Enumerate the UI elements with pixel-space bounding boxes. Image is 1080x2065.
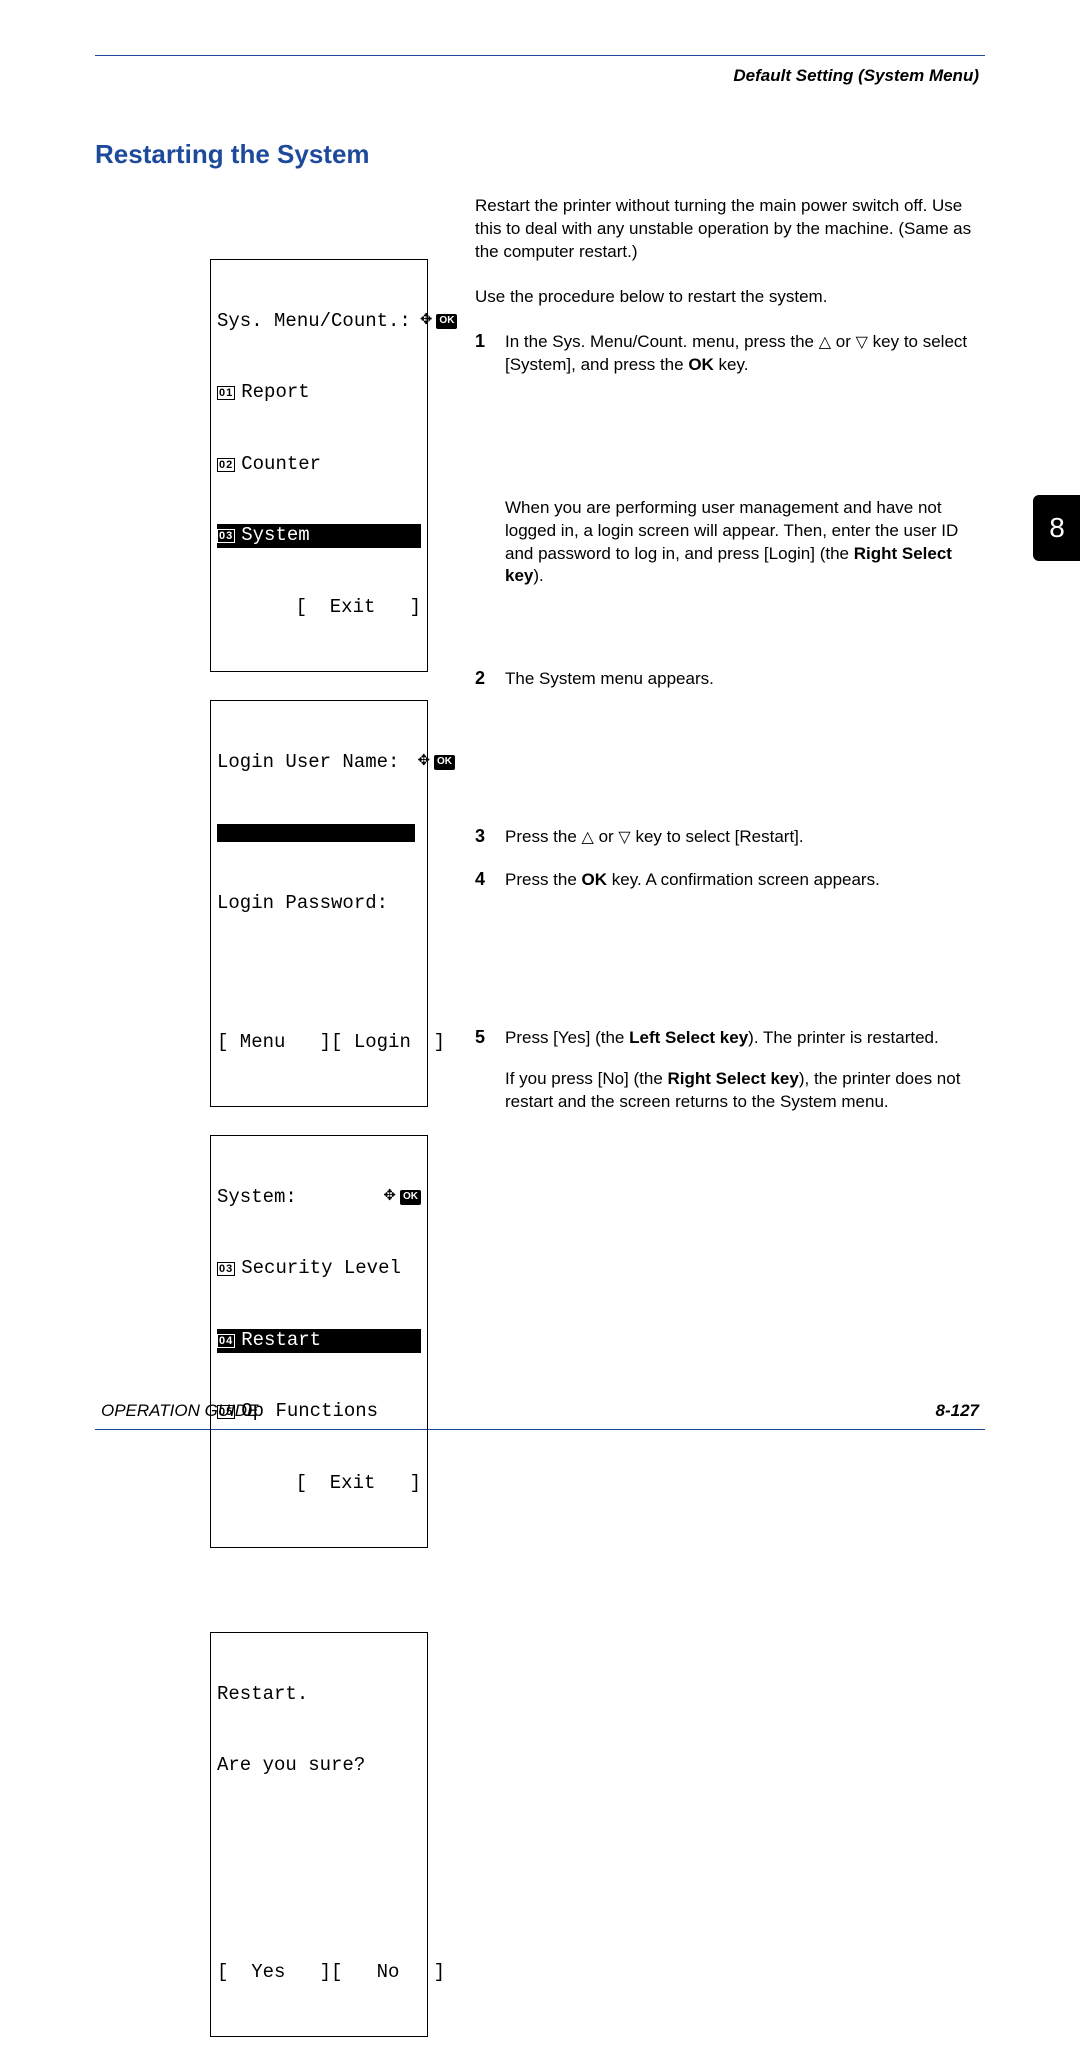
nav-arrows-icon: ✥ [383, 1188, 396, 1207]
text-column: Restart the printer without turning the … [475, 195, 985, 2065]
exit-softkey: [ Exit ] [296, 596, 421, 620]
item-number: 03 [217, 1262, 235, 1276]
menu-item: Security Level [241, 1257, 401, 1281]
ok-key: OK [582, 870, 608, 889]
step-text: In the Sys. Menu/Count. menu, press the … [505, 331, 985, 377]
login-password-label: Login Password: [217, 892, 388, 916]
step-text: Press the △ or ▽ key to select [Restart]… [505, 826, 985, 849]
page: Default Setting (System Menu) Restarting… [95, 55, 985, 1430]
menu-item-selected: System [241, 524, 309, 548]
lcd-sys-menu: Sys. Menu/Count.: ✥ OK 01 Report 02 Coun… [210, 259, 428, 672]
step-2: 2 The System menu appears. [475, 668, 985, 691]
left-select-key: Left Select key [629, 1028, 748, 1047]
item-number: 04 [217, 1334, 235, 1348]
page-header: Default Setting (System Menu) [95, 66, 985, 94]
lcd-system: System: ✥ OK 03 Security Level 04 Restar… [210, 1135, 428, 1548]
step-1-note: When you are performing user management … [475, 497, 985, 589]
step-number: 2 [475, 668, 489, 691]
step-number: 5 [475, 1027, 489, 1114]
step-number: 1 [475, 331, 489, 377]
exit-softkey: [ Exit ] [296, 1472, 421, 1496]
ok-key: OK [688, 355, 714, 374]
step-1: 1 In the Sys. Menu/Count. menu, press th… [475, 331, 985, 377]
lcd-restart-confirm: Restart. Are you sure? [ Yes ] [ No ] [210, 1632, 428, 2037]
nav-arrows-icon: ✥ [411, 312, 433, 331]
menu-item-selected: Restart [241, 1329, 321, 1353]
footer-left: OPERATION GUIDE [101, 1401, 258, 1421]
content-columns: Sys. Menu/Count.: ✥ OK 01 Report 02 Coun… [95, 195, 985, 2065]
confirm-line2: Are you sure? [217, 1754, 365, 1778]
lcd-title: Sys. Menu/Count.: [217, 310, 411, 334]
lcd-column: Sys. Menu/Count.: ✥ OK 01 Report 02 Coun… [95, 195, 435, 2065]
step-text: The System menu appears. [505, 668, 985, 691]
triangle-down-icon: ▽ [618, 829, 630, 846]
menu-softkey: [ Menu ] [217, 1031, 331, 1055]
lcd-title: System: [217, 1186, 297, 1210]
step-4: 4 Press the OK key. A confirmation scree… [475, 869, 985, 892]
lcd-login: Login User Name: ✥ OK Login Password: [ … [210, 700, 428, 1107]
note-text: When you are performing user management … [505, 497, 985, 589]
item-number: 02 [217, 458, 235, 472]
footer-right: 8-127 [936, 1401, 979, 1421]
triangle-down-icon: ▽ [856, 334, 868, 351]
section-title: Restarting the System [95, 139, 985, 170]
intro-paragraph: Use the procedure below to restart the s… [475, 286, 985, 309]
page-footer: OPERATION GUIDE 8-127 [95, 1401, 985, 1421]
ok-icon: OK [436, 314, 457, 329]
menu-item: Counter [241, 453, 321, 477]
triangle-up-icon: △ [582, 829, 594, 846]
triangle-up-icon: △ [819, 334, 831, 351]
no-softkey: [ No ] [331, 1961, 445, 1985]
cursor-icon: ✥ [399, 753, 430, 772]
menu-item: Report [241, 381, 309, 405]
confirm-line1: Restart. [217, 1683, 308, 1707]
chapter-tab: 8 [1033, 495, 1080, 561]
step-3: 3 Press the △ or ▽ key to select [Restar… [475, 826, 985, 849]
ok-icon: OK [400, 1190, 421, 1205]
login-user-label: Login User Name: [217, 751, 399, 775]
ok-icon: OK [434, 755, 455, 770]
step-5: 5 Press [Yes] (the Left Select key). The… [475, 1027, 985, 1114]
step-text: Press the OK key. A confirmation screen … [505, 869, 985, 892]
step-text: Press [Yes] (the Left Select key). The p… [505, 1027, 985, 1114]
input-field [217, 824, 415, 842]
yes-softkey: [ Yes ] [217, 1961, 331, 1985]
step-number: 4 [475, 869, 489, 892]
right-select-key: Right Select key [668, 1069, 799, 1088]
intro-paragraph: Restart the printer without turning the … [475, 195, 985, 264]
item-number: 03 [217, 529, 235, 543]
step-number: 3 [475, 826, 489, 849]
login-softkey: [ Login ] [331, 1031, 445, 1055]
item-number: 01 [217, 386, 235, 400]
